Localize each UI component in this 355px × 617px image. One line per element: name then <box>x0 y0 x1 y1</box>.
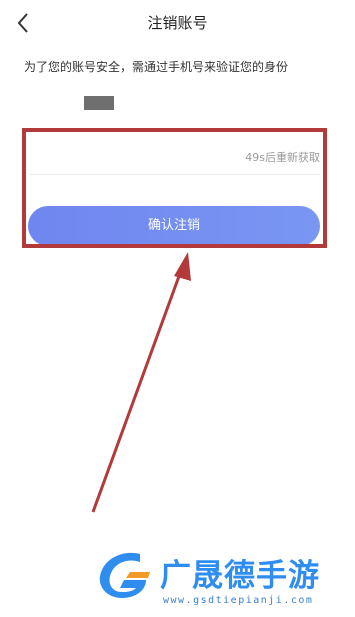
header: 注销账号 <box>0 0 355 46</box>
watermark-brand: 广晟德手游 <box>160 558 320 594</box>
annotation-highlight-box <box>22 128 327 248</box>
phone-number-row <box>24 94 324 112</box>
page-title: 注销账号 <box>147 14 208 32</box>
watermark-url: www.gsdtiepianji.com <box>163 595 314 606</box>
verification-hint: 为了您的账号安全，需通过手机号来验证您的身份 <box>24 60 289 74</box>
cancel-account-page: 注销账号 为了您的账号安全，需通过手机号来验证您的身份 49s后重新获取 确认注… <box>0 0 355 617</box>
watermark-logo-icon <box>96 548 154 602</box>
phone-number-redaction <box>84 96 114 110</box>
annotation-arrow <box>91 252 191 513</box>
